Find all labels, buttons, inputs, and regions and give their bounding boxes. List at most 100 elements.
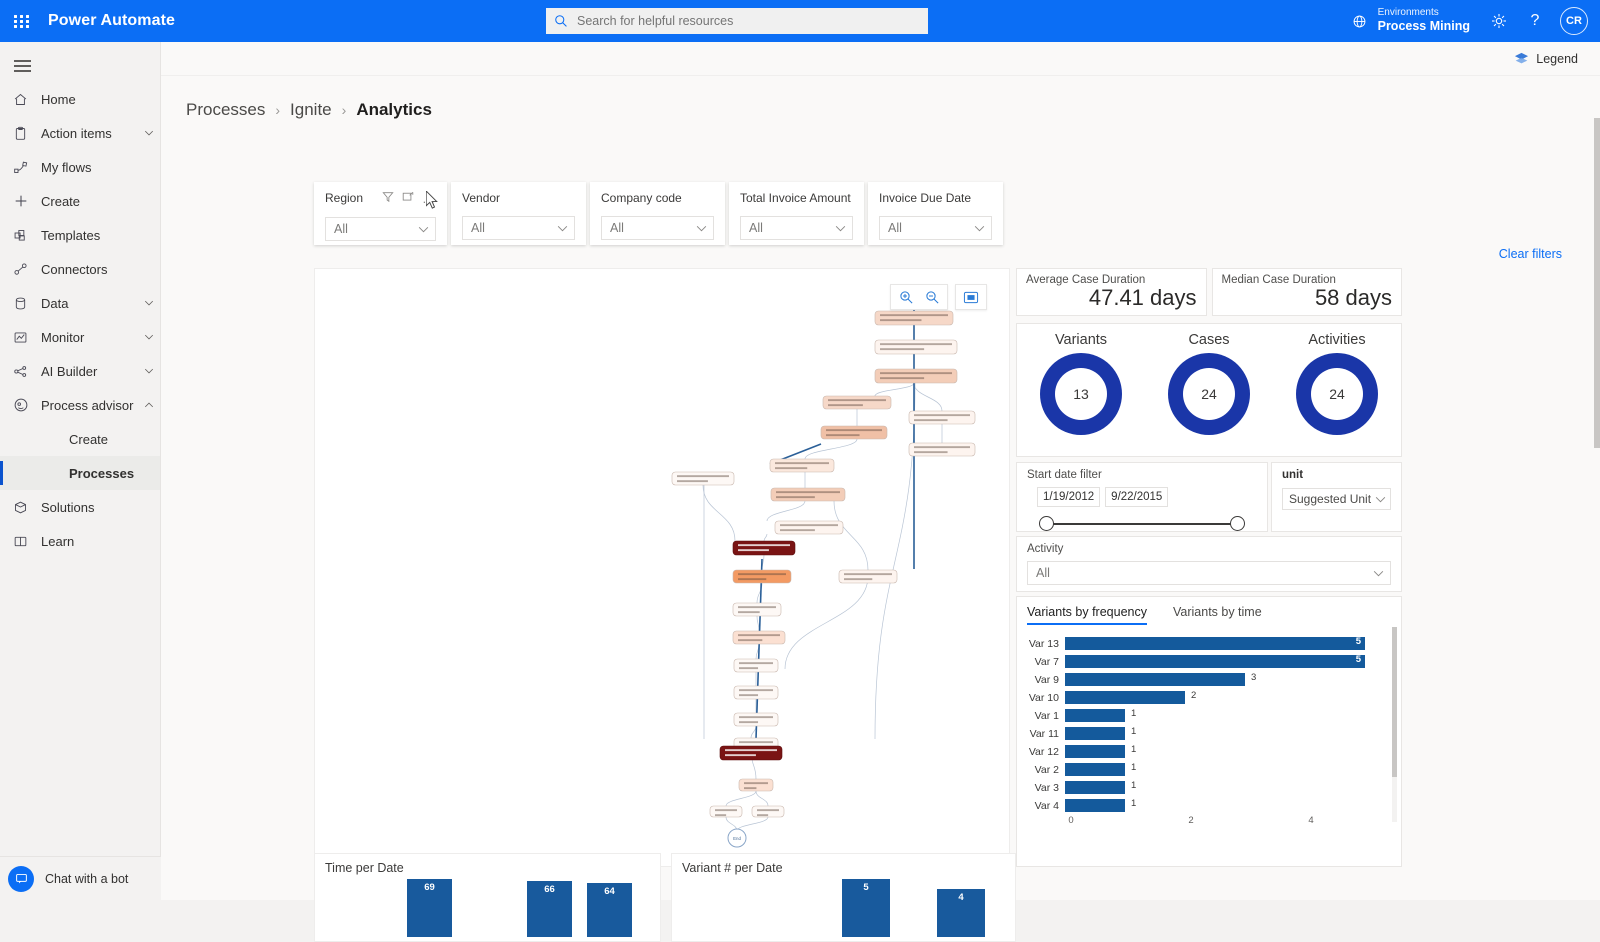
variants-tab-frequency[interactable]: Variants by frequency	[1027, 605, 1147, 625]
ai-builder-icon	[13, 364, 37, 379]
templates-icon	[13, 228, 37, 243]
slider-knob-end[interactable]	[1230, 516, 1245, 531]
time-per-date-bars: 69 66 64	[315, 877, 660, 937]
funnel-icon[interactable]	[382, 191, 394, 206]
sidebar-item-connectors[interactable]: Connectors	[0, 252, 160, 286]
variant-bar[interactable]	[1065, 727, 1125, 740]
variant-bar[interactable]	[1065, 799, 1125, 812]
filter-select[interactable]: All	[325, 217, 436, 241]
sidebar-item-create[interactable]: Create	[0, 184, 160, 218]
sidebar-item-home[interactable]: Home	[0, 82, 160, 116]
donut-ring: 24	[1168, 353, 1250, 435]
variant-bar[interactable]	[1065, 691, 1185, 704]
variant-bar-track: 1	[1065, 726, 1401, 740]
chat-with-bot-button[interactable]: Chat with a bot	[0, 856, 161, 900]
sidebar-item-processes[interactable]: Processes	[0, 456, 160, 490]
bar[interactable]: 66	[527, 881, 572, 937]
filter-select[interactable]: All	[740, 216, 853, 240]
breadcrumb-separator: ›	[275, 102, 281, 118]
unit-select[interactable]: Suggested Unit	[1282, 488, 1391, 510]
sidebar-item-learn[interactable]: Learn	[0, 524, 160, 558]
avatar[interactable]: CR	[1560, 7, 1588, 35]
help-button[interactable]: ?	[1518, 0, 1552, 42]
variant-bar[interactable]: 5	[1065, 654, 1365, 668]
fit-to-screen-button[interactable]	[959, 286, 983, 308]
bar[interactable]: 64	[587, 883, 632, 937]
slider-track	[1046, 523, 1238, 525]
chevron-down-icon[interactable]	[138, 334, 160, 340]
slider-knob-start[interactable]	[1039, 516, 1054, 531]
sidebar-item-ai-builder[interactable]: AI Builder	[0, 354, 160, 388]
focus-mode-icon[interactable]	[402, 191, 414, 206]
variant-bar-row[interactable]: Var 10 2	[1025, 689, 1401, 706]
start-date-input[interactable]: 1/19/2012	[1037, 487, 1101, 507]
filter-card-title: Invoice Due Date	[879, 191, 972, 205]
variant-bar[interactable]: 5	[1065, 636, 1365, 650]
filter-card-region: Region … All	[314, 182, 447, 245]
sidebar-item-data[interactable]: Data	[0, 286, 160, 320]
variant-bar-row[interactable]: Var 4 1	[1025, 797, 1401, 814]
sidebar-item-process-advisor[interactable]: Process advisor	[0, 388, 160, 422]
filter-card-invoice-due-date: Invoice Due Date All	[868, 182, 1003, 245]
sidebar: Home Action items My flows Create Templates…	[0, 42, 161, 900]
chevron-down-icon[interactable]	[138, 300, 160, 306]
zoom-in-button[interactable]	[894, 286, 918, 308]
variant-bar-row[interactable]: Var 7 5	[1025, 653, 1401, 670]
variant-bar-row[interactable]: Var 1 1	[1025, 707, 1401, 724]
variant-bar-row[interactable]: Var 13 5	[1025, 635, 1401, 652]
environments-label: Environments	[1377, 6, 1439, 18]
breadcrumb-item-processes[interactable]: Processes	[186, 100, 265, 120]
bar[interactable]: 5	[842, 879, 890, 937]
variant-bar-row[interactable]: Var 9 3	[1025, 671, 1401, 688]
sidebar-item-create[interactable]: Create	[0, 422, 160, 456]
chevron-down-icon[interactable]	[138, 130, 160, 136]
variant-bar-row[interactable]: Var 11 1	[1025, 725, 1401, 742]
variant-bar-track: 1	[1065, 798, 1401, 812]
global-search[interactable]	[546, 8, 928, 34]
variant-bar-row[interactable]: Var 2 1	[1025, 761, 1401, 778]
page-scrollbar[interactable]	[1594, 118, 1600, 942]
chevron-down-icon[interactable]	[138, 368, 160, 374]
app-launcher-button[interactable]	[0, 0, 44, 42]
filter-select[interactable]: All	[462, 216, 575, 240]
chevron-up-icon[interactable]	[138, 402, 160, 408]
sidebar-item-label: Learn	[41, 533, 75, 549]
environment-selector[interactable]: Environments Process Mining	[1376, 7, 1480, 35]
variants-tab-time[interactable]: Variants by time	[1173, 605, 1262, 625]
variant-bar[interactable]	[1065, 745, 1125, 758]
sidebar-item-label: Data	[41, 295, 69, 311]
variant-category-label: Var 3	[1034, 781, 1059, 794]
variant-bar[interactable]	[1065, 709, 1125, 722]
sidebar-item-monitor[interactable]: Monitor	[0, 320, 160, 354]
sidebar-item-action-items[interactable]: Action items	[0, 116, 160, 150]
more-options-icon[interactable]: …	[422, 192, 436, 205]
activity-select[interactable]: All	[1027, 561, 1391, 585]
sidebar-item-solutions[interactable]: Solutions	[0, 490, 160, 524]
variants-chart-scrollbar[interactable]	[1392, 627, 1397, 822]
variant-bar-row[interactable]: Var 12 1	[1025, 743, 1401, 760]
bar[interactable]: 4	[937, 889, 985, 937]
bar[interactable]: 69	[407, 879, 452, 937]
legend-button[interactable]: Legend	[1508, 47, 1584, 70]
date-range-slider[interactable]	[1039, 516, 1245, 532]
sidebar-item-my-flows[interactable]: My flows	[0, 150, 160, 184]
end-date-input[interactable]: 9/22/2015	[1105, 487, 1169, 507]
variant-bar-value: 5	[1355, 654, 1361, 665]
settings-button[interactable]	[1482, 0, 1516, 42]
clear-filters-link[interactable]: Clear filters	[1499, 247, 1562, 261]
filter-select[interactable]: All	[601, 216, 714, 240]
search-input[interactable]	[575, 13, 905, 29]
variant-bar[interactable]	[1065, 781, 1125, 794]
filter-select[interactable]: All	[879, 216, 992, 240]
variant-bar[interactable]	[1065, 763, 1125, 776]
sidebar-collapse-button[interactable]	[0, 50, 160, 82]
sidebar-item-label: Monitor	[41, 329, 85, 345]
variant-bar-row[interactable]: Var 3 1	[1025, 779, 1401, 796]
breadcrumb-item-ignite[interactable]: Ignite	[290, 100, 332, 120]
sidebar-item-templates[interactable]: Templates	[0, 218, 160, 252]
variant-category-label: Var 9	[1034, 673, 1059, 686]
zoom-out-icon	[925, 290, 938, 303]
zoom-out-button[interactable]	[920, 286, 944, 308]
variant-bar[interactable]	[1065, 673, 1245, 686]
process-map-canvas[interactable]: StartEnd	[314, 268, 1010, 867]
